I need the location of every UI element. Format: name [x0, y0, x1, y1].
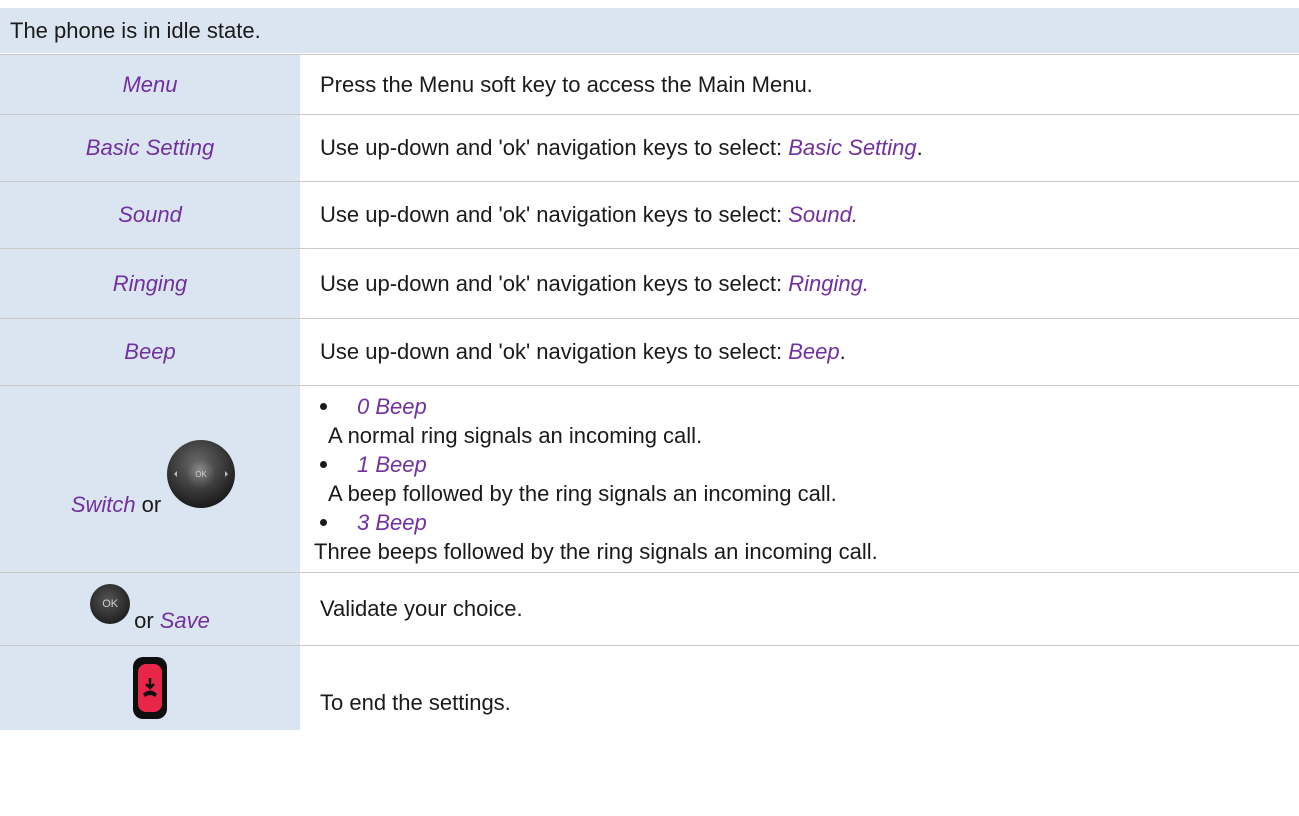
desc-switch: 0 Beep A normal ring signals an incoming…	[300, 386, 1299, 572]
key-label: Sound	[118, 202, 182, 227]
option-name: 1 Beep	[357, 452, 427, 477]
desc-ringing: Use up-down and 'ok' navigation keys to …	[300, 249, 1299, 318]
key-menu: Menu	[0, 55, 300, 114]
instruction-table: The phone is in idle state. Menu Press t…	[0, 8, 1299, 730]
key-label: Menu	[122, 71, 178, 97]
desc-keyword: Basic Setting	[788, 135, 917, 160]
desc-text: Use up-down and 'ok' navigation keys to …	[320, 202, 783, 227]
key-switch: Switch or OK	[0, 386, 300, 572]
key-label: Basic Setting	[85, 135, 215, 160]
desc-text: Use up-down and 'ok' navigation keys to …	[320, 270, 783, 296]
intro-text: The phone is in idle state.	[0, 8, 1299, 54]
desc-end: To end the settings.	[320, 690, 511, 715]
option-desc: Three beeps followed by the ring signals…	[314, 539, 878, 564]
desc-menu: Press the Menu soft key to access the Ma…	[320, 71, 813, 97]
desc-basic-setting: Use up-down and 'ok' navigation keys to …	[300, 115, 1299, 181]
hang-up-key-icon	[133, 657, 167, 719]
bullet-icon	[320, 519, 327, 526]
option-name: 3 Beep	[357, 510, 427, 535]
desc-suffix: .	[839, 339, 846, 364]
key-label: Ringing	[112, 270, 188, 296]
or-label: or	[141, 492, 162, 517]
navigation-ok-key-icon: OK	[167, 440, 236, 508]
key-label: Beep	[124, 339, 176, 364]
key-basic-setting: Basic Setting	[0, 115, 300, 181]
desc-text: Use up-down and 'ok' navigation keys to …	[320, 135, 783, 160]
desc-keyword: Sound.	[788, 202, 858, 227]
key-end	[0, 646, 300, 730]
bullet-icon	[320, 403, 327, 410]
row-menu: Menu Press the Menu soft key to access t…	[0, 54, 1299, 114]
desc-save: Validate your choice.	[320, 596, 523, 621]
key-beep: Beep	[0, 319, 300, 385]
desc-suffix: .	[916, 135, 923, 160]
desc-keyword: Ringing.	[788, 270, 869, 296]
row-save: OK or Save Validate your choice.	[0, 572, 1299, 645]
svg-text:OK: OK	[195, 470, 207, 479]
key-ringing: Ringing	[0, 249, 300, 318]
row-switch: Switch or OK 0 Beep A normal ring signal…	[0, 385, 1299, 572]
desc-beep: Use up-down and 'ok' navigation keys to …	[300, 319, 1299, 385]
option-desc: A normal ring signals an incoming call.	[328, 423, 703, 448]
desc-text: Use up-down and 'ok' navigation keys to …	[320, 339, 783, 364]
option-desc: A beep followed by the ring signals an i…	[328, 481, 837, 506]
save-label: Save	[159, 608, 210, 633]
row-basic-setting: Basic Setting Use up-down and 'ok' navig…	[0, 114, 1299, 181]
key-sound: Sound	[0, 182, 300, 248]
desc-keyword: Beep	[788, 339, 840, 364]
row-end: To end the settings.	[0, 645, 1299, 730]
or-label: or	[134, 608, 154, 633]
switch-label: Switch	[70, 492, 136, 517]
row-beep: Beep Use up-down and 'ok' navigation key…	[0, 318, 1299, 385]
option-name: 0 Beep	[357, 394, 427, 419]
row-sound: Sound Use up-down and 'ok' navigation ke…	[0, 181, 1299, 248]
bullet-icon	[320, 461, 327, 468]
option-3-beep: 3 Beep	[314, 508, 878, 537]
key-save: OK or Save	[0, 573, 300, 645]
ok-key-icon: OK	[90, 584, 131, 624]
row-ringing: Ringing Use up-down and 'ok' navigation …	[0, 248, 1299, 318]
desc-sound: Use up-down and 'ok' navigation keys to …	[300, 182, 1299, 248]
option-0-beep: 0 Beep	[314, 392, 878, 421]
option-1-beep: 1 Beep	[314, 450, 878, 479]
beep-options: 0 Beep A normal ring signals an incoming…	[314, 392, 878, 566]
